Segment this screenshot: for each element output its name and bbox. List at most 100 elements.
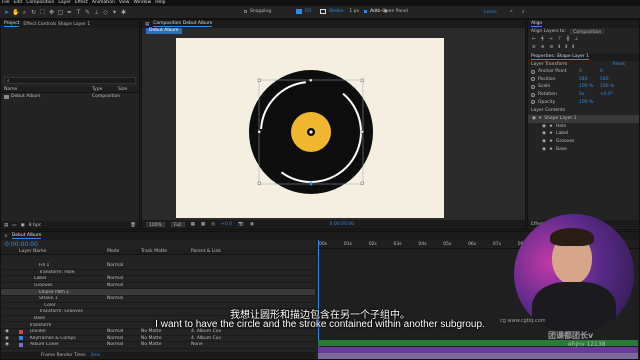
stopwatch-icon[interactable] (531, 77, 535, 82)
property-value-1[interactable]: 0 (579, 69, 597, 74)
distribute-left-icon[interactable]: ⫴ (558, 44, 560, 50)
stamp-tool-icon[interactable]: ⊥ (93, 9, 100, 16)
project-item[interactable]: Debut Album Composition (1, 93, 139, 100)
align-title[interactable]: Align (531, 21, 543, 27)
timeline-row[interactable]: Label Normal (1, 276, 315, 283)
eye-icon[interactable]: ◉ (542, 147, 546, 152)
new-folder-icon[interactable]: ▭ (12, 223, 16, 228)
hand-tool-icon[interactable]: ✋ (12, 9, 19, 16)
col-type[interactable]: Type (92, 87, 118, 92)
distribute-vcenter-icon[interactable]: ≡ (541, 45, 545, 50)
visibility-eye-icon[interactable]: ◉ (1, 342, 19, 347)
tab-timeline[interactable]: Debut Album (11, 233, 42, 239)
layer-contents-item[interactable]: ◉ ★ Base (528, 145, 639, 153)
col-size[interactable]: Size (118, 87, 127, 92)
property-value-1[interactable]: 540 (579, 77, 597, 82)
workspace-menu-icon[interactable]: » (510, 9, 513, 14)
eye-icon[interactable]: ◉ (542, 124, 546, 129)
timeline-row[interactable]: Transform: Hole (1, 270, 315, 277)
timeline-timecode[interactable]: 0:00:00:00 (5, 241, 38, 248)
rotate-tool-icon[interactable]: ↻ (30, 9, 37, 16)
zoom-tool-icon[interactable]: ⌕ (21, 9, 28, 16)
quality-select[interactable]: Full (170, 222, 185, 228)
timeline-row[interactable]: Grooves Normal (1, 283, 315, 290)
layer-name[interactable]: Grooves (19, 283, 107, 288)
stroke-label[interactable]: Stroke (329, 9, 343, 14)
layer-mode[interactable]: Normal (107, 263, 141, 268)
region-icon[interactable]: ▦ (191, 222, 195, 227)
reset-button[interactable]: Reset (612, 62, 625, 67)
col-mode[interactable]: Mode (107, 249, 141, 254)
layer-bar-album-cover[interactable] (318, 353, 638, 360)
stopwatch-icon[interactable] (531, 84, 535, 89)
distribute-right-icon[interactable]: ⫴ (572, 44, 574, 50)
stroke-width-value[interactable]: 1 px (349, 9, 359, 14)
timeline-row[interactable]: Fill 1 Normal (1, 263, 315, 270)
exposure-value[interactable]: +0.0 (221, 222, 232, 227)
layer-name[interactable]: Ellipse Path 1 (19, 290, 107, 295)
pan-behind-tool-icon[interactable]: ✥ (48, 9, 55, 16)
layer-contents-item[interactable]: ◉ ▾ Shape Layer 1 (528, 114, 639, 123)
col-layer-name[interactable]: Layer Name (19, 249, 107, 254)
comp-timecode[interactable]: 0:00:00:00 (330, 222, 355, 227)
timeline-row[interactable]: Ellipse Path 1 (1, 289, 315, 296)
label-color-swatch[interactable] (19, 329, 23, 334)
layer-name[interactable]: Keyframes & Comps (25, 336, 107, 341)
property-value-2[interactable]: 100 % (600, 84, 614, 89)
layer-mode[interactable]: Normal (107, 342, 141, 347)
property-value-2[interactable]: 540 (600, 77, 609, 82)
eye-icon[interactable]: ◉ (542, 131, 546, 136)
stopwatch-icon[interactable] (531, 100, 535, 105)
transparency-grid-icon[interactable]: ▩ (201, 222, 205, 227)
visibility-eye-icon[interactable]: ◉ (1, 336, 19, 341)
trash-icon[interactable]: 🗑 (130, 223, 136, 228)
layer-mode[interactable]: Normal (107, 283, 141, 288)
col-parent[interactable]: Parent & Link (191, 249, 221, 254)
mask-visibility-icon[interactable]: ◎ (211, 222, 215, 227)
align-bottom-icon[interactable]: ⊥ (574, 37, 578, 42)
fill-label[interactable]: Fill (305, 9, 311, 14)
layer-track-matte[interactable]: No Matte (141, 336, 191, 341)
comp-flow-tab[interactable]: Debut Album (146, 28, 182, 34)
bpc-value[interactable]: 8 bpc (29, 223, 41, 228)
layer-name[interactable]: Label (19, 276, 107, 281)
label-color-swatch[interactable] (19, 342, 23, 347)
search-help-icon[interactable]: ⌕ (522, 9, 525, 15)
eye-icon[interactable]: ◉ (542, 139, 546, 144)
label-color-swatch[interactable] (19, 336, 23, 341)
property-value-1[interactable]: 100 % (579, 84, 597, 89)
timeline-row[interactable]: ◉ Album Cover Normal No Matte None (1, 342, 315, 349)
rectangle-tool-icon[interactable]: □ (57, 9, 64, 16)
layer-name[interactable]: Transform: Hole (19, 270, 107, 275)
stroke-swatch[interactable] (320, 9, 327, 14)
eraser-tool-icon[interactable]: ◇ (102, 9, 109, 16)
type-tool-icon[interactable]: T (75, 9, 82, 16)
snapshot-icon[interactable]: 📷 (238, 222, 244, 227)
tab-composition[interactable]: Composition Debut Album (153, 21, 213, 27)
lock-icon[interactable]: ▤ (145, 22, 149, 27)
distribute-top-icon[interactable]: ≡ (532, 45, 536, 50)
stopwatch-icon[interactable] (531, 69, 535, 74)
align-left-icon[interactable]: ⊢ (532, 37, 536, 42)
tab-effect-controls[interactable]: Effect Controls Shape Layer 1 (23, 22, 90, 27)
camera-tool-icon[interactable]: ⛶ (39, 9, 46, 16)
col-track-matte[interactable]: Track Matte (141, 249, 191, 254)
align-to-select[interactable]: Composition (570, 29, 605, 35)
property-value-1[interactable]: 100 % (579, 100, 597, 105)
zoom-select[interactable]: 100% (146, 222, 165, 228)
comp-viewer[interactable] (176, 38, 444, 218)
layer-parent[interactable]: None (191, 342, 203, 347)
align-vcenter-icon[interactable]: ╫ (566, 37, 569, 42)
layer-parent[interactable]: 4. Album Cov (191, 336, 221, 341)
interpret-footage-icon[interactable]: ▤ (4, 223, 8, 228)
auto-open-checkbox[interactable] (364, 10, 367, 13)
stopwatch-icon[interactable] (531, 92, 535, 97)
layer-name[interactable]: Stroke 1 (19, 296, 107, 301)
brush-tool-icon[interactable]: ✎ (84, 9, 91, 16)
align-hcenter-icon[interactable]: ╪ (541, 37, 544, 42)
layer-mode[interactable]: Normal (107, 276, 141, 281)
timeline-row[interactable]: Stroke 1 Normal (1, 296, 315, 303)
align-top-icon[interactable]: ⊤ (558, 37, 562, 42)
layer-track-matte[interactable]: No Matte (141, 342, 191, 347)
puppet-tool-icon[interactable]: ✱ (120, 9, 127, 16)
